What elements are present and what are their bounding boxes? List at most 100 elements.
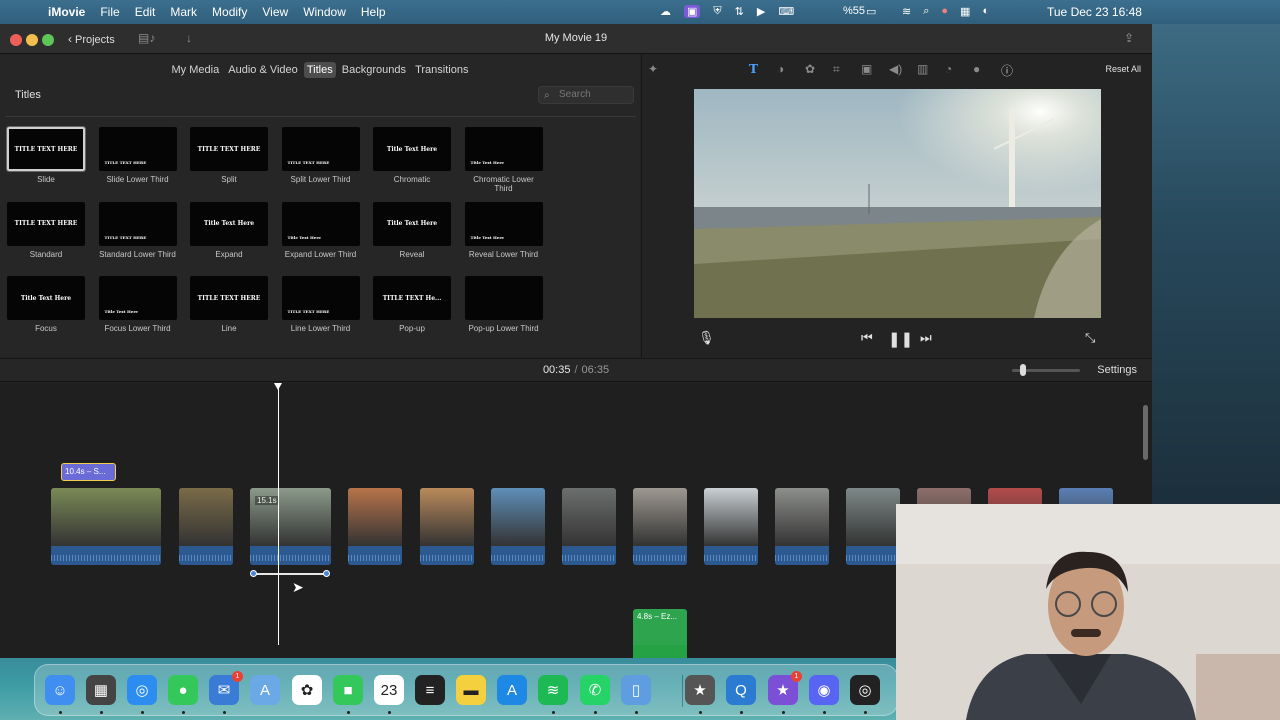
- tab-my-media[interactable]: My Media: [169, 62, 223, 78]
- title-tile[interactable]: TITLE TEXT HERE Line Lower Third: [281, 276, 360, 333]
- video-clip-trees[interactable]: [179, 488, 233, 565]
- equalizer-icon[interactable]: ▥: [917, 62, 928, 76]
- title-tile[interactable]: Title Text Here Expand: [190, 201, 268, 259]
- color-balance-icon[interactable]: ◑: [777, 62, 784, 76]
- menu-modify[interactable]: Modify: [212, 5, 247, 19]
- imovie-icon[interactable]: ★: [685, 675, 715, 705]
- wifi-icon[interactable]: ≋: [902, 5, 911, 18]
- title-tile[interactable]: Title Text Here Reveal Lower Third: [464, 201, 543, 259]
- video-clip-shop[interactable]: [633, 488, 687, 565]
- finder-icon[interactable]: ☺: [45, 675, 75, 705]
- reminders-icon[interactable]: ≡: [415, 675, 445, 705]
- menu-file[interactable]: File: [100, 5, 119, 19]
- playhead[interactable]: [278, 383, 279, 645]
- video-clip-field[interactable]: [51, 488, 161, 565]
- video-preview[interactable]: [694, 89, 1101, 318]
- title-tool-icon[interactable]: T: [749, 62, 758, 76]
- skip-back-icon[interactable]: ⏮: [861, 330, 873, 346]
- pause-icon[interactable]: ❚❚: [888, 330, 913, 348]
- volume-handle-right[interactable]: [323, 570, 330, 577]
- whatsapp-icon[interactable]: ✆: [580, 675, 610, 705]
- video-clip-street-sign[interactable]: [420, 488, 474, 565]
- fullscreen-icon[interactable]: ⤡: [1085, 330, 1095, 346]
- title-tile[interactable]: TITLE TEXT HERE Standard Lower Third: [98, 201, 177, 259]
- launchpad-icon[interactable]: ▦: [86, 675, 116, 705]
- reset-all-button[interactable]: Reset All: [1105, 64, 1141, 74]
- title-tile[interactable]: Title Text Here Expand Lower Third: [281, 201, 360, 259]
- title-tile[interactable]: Title Text Here Chromatic: [373, 127, 451, 184]
- search-input[interactable]: ⌕ Search: [538, 86, 634, 104]
- video-clip-snow[interactable]: [704, 488, 758, 565]
- notes-icon[interactable]: ▬: [456, 675, 486, 705]
- zoom-slider-knob[interactable]: [1020, 364, 1026, 376]
- volume-handle-left[interactable]: [250, 570, 257, 577]
- photos-icon[interactable]: ✿: [292, 675, 322, 705]
- messages-icon[interactable]: ●: [168, 675, 198, 705]
- keyboard-icon[interactable]: ⌨: [778, 5, 794, 18]
- speed-icon[interactable]: ◔: [945, 62, 952, 76]
- title-tile[interactable]: Title Text Here Reveal: [373, 201, 451, 259]
- tab-titles[interactable]: Titles: [303, 62, 336, 78]
- info-icon[interactable]: ⓘ: [1001, 62, 1013, 79]
- control-center-icon[interactable]: ▦: [960, 5, 970, 18]
- menu-view[interactable]: View: [262, 5, 288, 19]
- creative-cloud-icon[interactable]: ☁: [660, 5, 671, 18]
- color-correction-icon[interactable]: ✿: [805, 62, 815, 76]
- microphone-icon[interactable]: 🎙: [698, 330, 715, 346]
- video-clip-christmas-tree[interactable]: [491, 488, 545, 565]
- tab-audio-video[interactable]: Audio & Video: [225, 62, 301, 78]
- video-clip-sign[interactable]: [348, 488, 402, 565]
- title-tile[interactable]: TITLE TEXT HERE Slide Lower Third: [98, 127, 177, 184]
- magic-wand-icon[interactable]: ✦: [648, 62, 658, 76]
- facetime-icon[interactable]: ■: [333, 675, 363, 705]
- preview-icon[interactable]: ▯: [621, 675, 651, 705]
- play-circle-icon[interactable]: ▶: [757, 5, 765, 18]
- tab-backgrounds[interactable]: Backgrounds: [339, 62, 409, 78]
- volume-icon[interactable]: ◀): [889, 62, 902, 76]
- share-icon[interactable]: ⇪: [1124, 31, 1134, 45]
- clock[interactable]: Tue Dec 23 16:48: [1047, 5, 1142, 19]
- imovie-star-icon[interactable]: ★ 1: [768, 671, 802, 705]
- tab-transitions[interactable]: Transitions: [412, 62, 471, 78]
- obs-icon[interactable]: ◎: [850, 675, 880, 705]
- quicktime-icon[interactable]: Q: [726, 675, 756, 705]
- title-tile[interactable]: Title Text Here Focus: [7, 276, 85, 333]
- video-clip-crowd[interactable]: [775, 488, 829, 565]
- crop-icon[interactable]: ⌗: [833, 62, 840, 77]
- audio-clip[interactable]: 4.8s – Ez...: [633, 609, 687, 658]
- title-tile[interactable]: Title Text Here Focus Lower Third: [98, 276, 177, 333]
- menu-mark[interactable]: Mark: [170, 5, 197, 19]
- video-clip-street-2[interactable]: [846, 488, 900, 565]
- title-tile[interactable]: Title Text Here Chromatic Lower Third: [464, 127, 543, 193]
- title-tile[interactable]: TITLE TEXT HERE Standard: [7, 201, 85, 259]
- skip-forward-icon[interactable]: ⏭: [920, 330, 932, 346]
- filter-icon[interactable]: ●: [973, 62, 980, 76]
- menu-edit[interactable]: Edit: [135, 5, 156, 19]
- calendar-icon[interactable]: 23: [374, 675, 404, 705]
- screen-record-icon[interactable]: ▣: [684, 5, 701, 18]
- title-tile[interactable]: TITLE TEXT HERE Line: [190, 276, 268, 333]
- menu-app-imovie[interactable]: iMovie: [48, 5, 85, 19]
- title-tile[interactable]: Pop-up Lower Third: [464, 276, 543, 333]
- menu-help[interactable]: Help: [361, 5, 386, 19]
- title-tile[interactable]: TITLE TEXT HERE Slide: [6, 126, 86, 184]
- battery-icon[interactable]: ▭: [866, 5, 876, 18]
- app-store-alt-icon[interactable]: A: [250, 675, 280, 705]
- stabilization-icon[interactable]: ▣: [861, 62, 872, 76]
- battery-percent[interactable]: %55: [843, 5, 865, 17]
- toggle-icon[interactable]: ◐: [982, 5, 989, 18]
- title-tile[interactable]: TITLE TEXT He... Pop-up: [373, 276, 451, 333]
- search-icon[interactable]: ⌕: [923, 5, 929, 18]
- playhead-handle[interactable]: [274, 383, 282, 390]
- discord-icon[interactable]: ◉: [809, 675, 839, 705]
- transfer-icon[interactable]: ⇅: [735, 5, 744, 18]
- vertical-scrollbar[interactable]: [1143, 405, 1148, 460]
- mail-icon[interactable]: ✉ 1: [209, 671, 243, 705]
- settings-button[interactable]: Settings: [1097, 364, 1137, 376]
- title-clip[interactable]: 10.4s – S...: [61, 463, 116, 481]
- spotify-icon[interactable]: ≋: [538, 675, 568, 705]
- app-store-icon[interactable]: A: [497, 675, 527, 705]
- video-clip-street[interactable]: [562, 488, 616, 565]
- menu-window[interactable]: Window: [303, 5, 346, 19]
- title-tile[interactable]: TITLE TEXT HERE Split Lower Third: [281, 127, 360, 184]
